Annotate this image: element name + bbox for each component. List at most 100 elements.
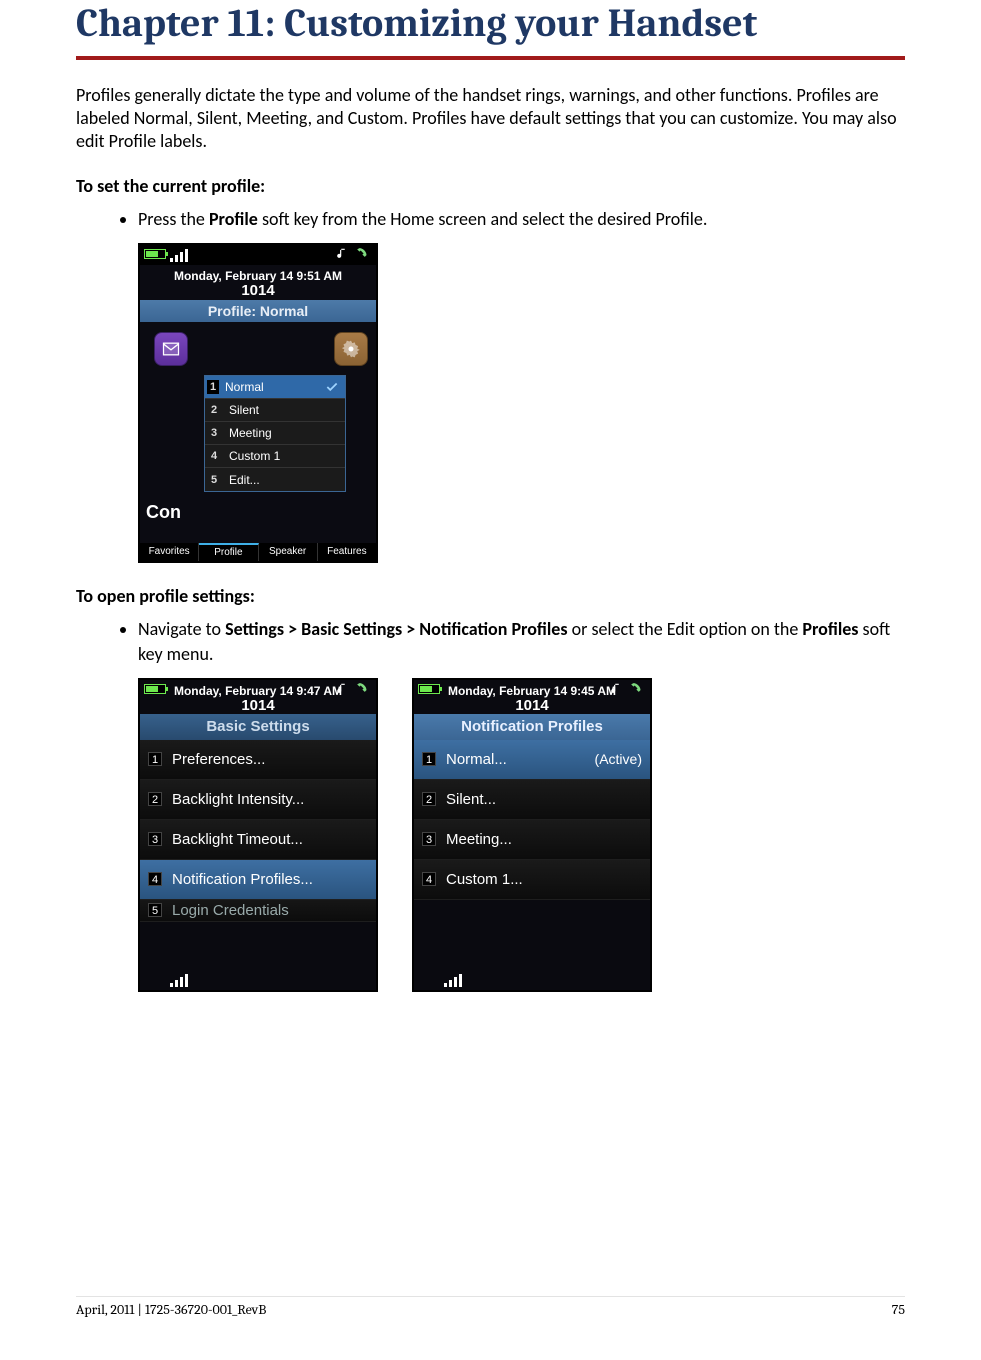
row-label: Normal... [446, 751, 507, 768]
phone-mock-basic-settings: Monday, February 14 9:47 AM 1014 Basic S… [138, 678, 378, 992]
section-heading-open-settings: To open profile settings: [76, 585, 905, 607]
list-item: 1 Preferences... [140, 740, 376, 780]
softkey-bar: Favorites Profile Speaker Features [140, 543, 376, 561]
popup-index: 4 [211, 450, 223, 462]
settings-icon [334, 332, 368, 366]
softkey-favorites: Favorites [140, 543, 199, 561]
extension: 1014 [140, 697, 376, 714]
step-bold: Profiles [802, 618, 858, 640]
status-icons [336, 247, 370, 261]
popup-label: Edit... [229, 473, 260, 487]
row-index: 3 [148, 832, 162, 846]
phone-mock-profile: Monday, February 14 9:51 AM 1014 Profile… [138, 243, 378, 563]
status-icons [336, 682, 370, 696]
note-icon [336, 682, 350, 696]
softkey-profile: Profile [199, 543, 258, 561]
popup-label: Silent [229, 403, 259, 417]
home-icons [154, 332, 368, 366]
row-label: Notification Profiles... [172, 871, 313, 888]
row-label: Preferences... [172, 751, 265, 768]
popup-item-normal: 1 Normal [205, 376, 345, 399]
popup-index: 3 [211, 427, 223, 439]
profile-popup: 1 Normal 2 Silent 3 Meeting 4 Custom 1 5 Edi… [204, 375, 346, 492]
chapter-title: Chapter 11: Customizing your Handset [76, 0, 905, 52]
figure-profile-popup: Monday, February 14 9:51 AM 1014 Profile… [138, 243, 905, 563]
popup-index: 2 [211, 404, 223, 416]
row-index: 1 [148, 752, 162, 766]
step-1: Press the Profile soft key from the Home… [138, 207, 905, 231]
popup-index: 1 [207, 380, 219, 394]
date-line: Monday, February 14 9:51 AM [140, 265, 376, 283]
signal-icon [170, 248, 192, 262]
row-label: Custom 1... [446, 871, 523, 888]
popup-item-custom1: 4 Custom 1 [205, 445, 345, 468]
page-footer: April, 2011 | 1725-36720-001_RevB 75 [76, 1296, 905, 1318]
row-index: 2 [422, 792, 436, 806]
battery-icon [144, 249, 166, 259]
screen-title: Basic Settings [140, 714, 376, 740]
row-label: Backlight Timeout... [172, 831, 303, 848]
battery-icon [418, 684, 440, 694]
row-label: Login Credentials [172, 902, 289, 919]
row-index: 2 [148, 792, 162, 806]
handset-icon [630, 682, 644, 696]
popup-label: Custom 1 [229, 449, 280, 463]
title-underline [76, 56, 905, 60]
step-list-1: Press the Profile soft key from the Home… [76, 207, 905, 231]
softkey-speaker: Speaker [259, 543, 318, 561]
list-item: 3 Backlight Timeout... [140, 820, 376, 860]
step-2: Navigate to Settings > Basic Settings > … [138, 617, 905, 666]
row-label: Meeting... [446, 831, 512, 848]
extension: 1014 [414, 697, 650, 714]
checkmark-icon [325, 380, 339, 394]
intro-paragraph: Profiles generally dictate the type and … [76, 84, 905, 153]
step-text: soft key from the Home screen and select… [258, 208, 708, 230]
step-text: Press the [138, 208, 209, 230]
row-index: 5 [148, 903, 162, 917]
list-item: 4 Custom 1... [414, 860, 650, 900]
row-label: Silent... [446, 791, 496, 808]
popup-label: Meeting [229, 426, 272, 440]
step-text: or select the Edit option on the [568, 618, 803, 640]
section-heading-set-profile: To set the current profile: [76, 175, 905, 197]
status-icons [610, 682, 644, 696]
step-list-2: Navigate to Settings > Basic Settings > … [76, 617, 905, 666]
row-label: Backlight Intensity... [172, 791, 304, 808]
extension: 1014 [140, 282, 376, 299]
profiles-list: 1 Normal... (Active) 2 Silent... 3 Meeting..… [414, 740, 650, 900]
screen-title: Notification Profiles [414, 714, 650, 740]
signal-icon [170, 973, 192, 987]
handset-icon [356, 247, 370, 261]
list-item: 3 Meeting... [414, 820, 650, 860]
signal-icon [444, 973, 466, 987]
row-index: 4 [422, 872, 436, 886]
phone-mock-notification-profiles: Monday, February 14 9:45 AM 1014 Notific… [412, 678, 652, 992]
popup-item-meeting: 3 Meeting [205, 422, 345, 445]
row-index: 3 [422, 832, 436, 846]
figures-row: Monday, February 14 9:47 AM 1014 Basic S… [138, 678, 905, 992]
popup-item-edit: 5 Edit... [205, 468, 345, 491]
list-item-selected: 4 Notification Profiles... [140, 860, 376, 900]
list-item: 5 Login Credentials [140, 900, 376, 922]
background-text: Con [146, 502, 181, 523]
list-item: 2 Backlight Intensity... [140, 780, 376, 820]
footer-left: April, 2011 | 1725-36720-001_RevB [76, 1301, 266, 1318]
step-bold: Settings > Basic Settings > Notification… [225, 618, 567, 640]
messages-icon [154, 332, 188, 366]
page-number: 75 [892, 1301, 905, 1318]
step-text: Navigate to [138, 618, 225, 640]
popup-index: 5 [211, 474, 223, 486]
row-index: 4 [148, 872, 162, 886]
settings-list: 1Preferences... 2Backlight Intensity... … [140, 740, 376, 922]
list-item: 2 Silent... [414, 780, 650, 820]
row-index: 1 [422, 752, 436, 766]
popup-item-silent: 2 Silent [205, 399, 345, 422]
list-item-selected: 1 Normal... (Active) [414, 740, 650, 780]
profile-bar: Profile: Normal [140, 300, 376, 322]
battery-icon [144, 684, 166, 694]
status-bar [140, 245, 376, 265]
handset-icon [356, 682, 370, 696]
step-bold: Profile [209, 208, 258, 230]
popup-label: Normal [225, 380, 264, 394]
row-suffix: (Active) [595, 751, 642, 767]
